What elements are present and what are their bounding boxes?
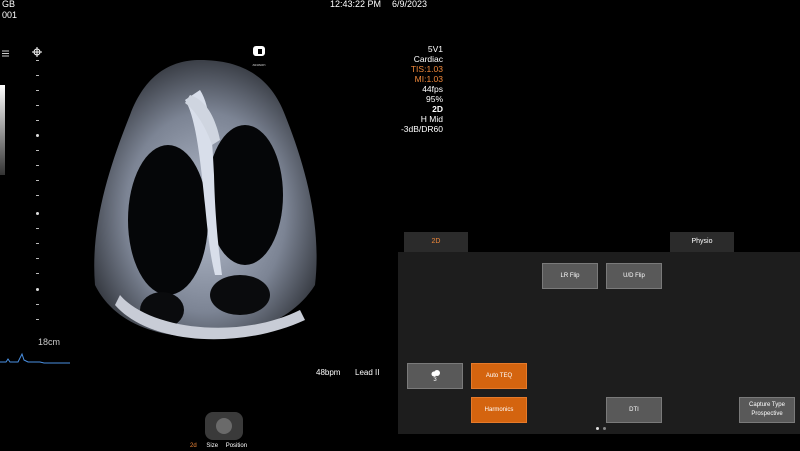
page-dot-2[interactable] xyxy=(603,427,606,430)
trackball-icon xyxy=(216,418,232,434)
mi-value: MI:1.03 xyxy=(414,74,443,84)
capture-type-value: Prospective xyxy=(751,411,783,417)
preset-name: Cardiac xyxy=(413,54,443,64)
page-dot-1[interactable] xyxy=(596,427,599,430)
tissue-preset-button[interactable]: 3 xyxy=(407,363,463,389)
tis-value: TIS:1.03 xyxy=(410,64,443,74)
patient-id-line2: 001 xyxy=(2,10,18,20)
harmonics-button[interactable]: Harmonics xyxy=(471,397,527,423)
clock-time: 12:43:22 PM xyxy=(330,0,382,9)
lr-flip-button[interactable]: LR Flip xyxy=(542,263,598,289)
menu-icon[interactable] xyxy=(2,44,9,57)
depth-label: 18cm xyxy=(38,337,61,347)
ecg-trace xyxy=(0,352,70,364)
freq-value: H Mid xyxy=(420,114,443,124)
scan-info: 5V1 Cardiac TIS:1.03 MI:1.03 44fps 95% 2… xyxy=(401,44,443,134)
heart-rate: 48bpm xyxy=(316,368,341,377)
capture-type-button[interactable]: Capture Type Prospective xyxy=(739,397,795,423)
clock-date: 6/9/2023 xyxy=(392,0,428,9)
focus-marker-icon[interactable] xyxy=(32,44,42,57)
trackball-label-size[interactable]: Size xyxy=(206,443,218,449)
ultrasound-image xyxy=(94,60,317,340)
grayscale-bar xyxy=(0,85,5,175)
mode-label: 2D xyxy=(432,104,443,114)
tab-2d[interactable]: 2D xyxy=(404,232,468,252)
tab-physio[interactable]: Physio xyxy=(670,232,734,252)
patient-id-line1: GB xyxy=(2,0,16,9)
dynamic-range-value: -3dB/DR60 xyxy=(400,124,443,134)
ud-flip-button[interactable]: U/D Flip xyxy=(606,263,662,289)
tissue-preset-value: 3 xyxy=(433,376,437,383)
control-panel: 2D Physio LR Flip U/D Flip 3 Auto TEQ Ha… xyxy=(398,232,800,434)
auto-teq-button[interactable]: Auto TEQ xyxy=(471,363,527,389)
capture-type-label: Capture Type xyxy=(749,402,785,408)
probe-name: 5V1 xyxy=(427,44,443,54)
fps-value: 44fps xyxy=(422,84,443,94)
trackball-label-position[interactable]: Position xyxy=(226,443,247,449)
panel-tabbar: 2D Physio xyxy=(398,232,800,252)
dti-button[interactable]: DTI xyxy=(606,397,662,423)
trackball-control[interactable] xyxy=(205,412,243,440)
ecg-lead: Lead II xyxy=(355,368,380,377)
trackball-label-2d[interactable]: 2d xyxy=(190,443,197,449)
power-value: 95% xyxy=(425,94,443,104)
acuson-logo-icon: acuson xyxy=(252,44,266,67)
page-indicator xyxy=(596,427,606,430)
trackball-labels: 2d Size Position xyxy=(190,443,247,449)
cloud-icon xyxy=(431,369,440,376)
